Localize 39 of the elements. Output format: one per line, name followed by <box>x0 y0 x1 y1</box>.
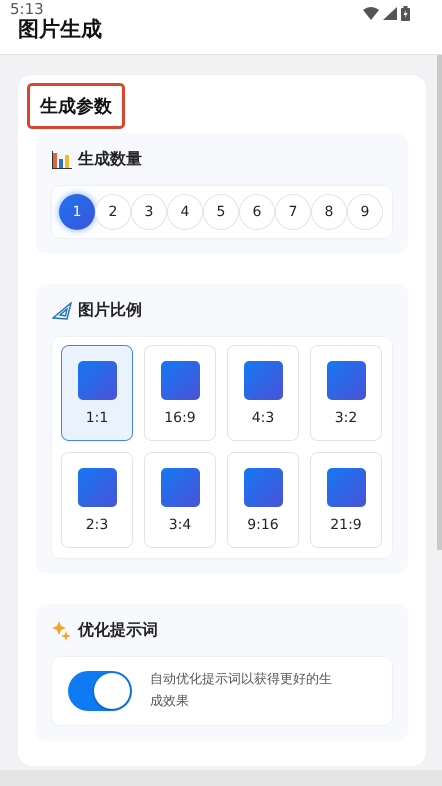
ratio-square-icon <box>326 360 366 400</box>
section-title: 生成数量 <box>78 149 142 170</box>
ratio-square-icon <box>78 360 116 400</box>
ratio-option[interactable]: 2:3 <box>61 452 133 548</box>
toggle-switch[interactable] <box>68 671 132 711</box>
ratio-option[interactable]: 3:2 <box>310 345 382 441</box>
ratio-square-icon <box>244 468 282 506</box>
status-time: 5:13 <box>10 0 44 18</box>
bar-chart-icon <box>52 150 72 168</box>
ratio-square-icon <box>160 468 200 506</box>
toggle-description: 自动优化提示词以获得更好的生成效果 <box>150 671 333 711</box>
ratio-option[interactable]: 1:1 <box>61 345 133 441</box>
ratio-option[interactable]: 21:9 <box>310 452 382 548</box>
count-option[interactable]: 6 <box>239 194 275 230</box>
ratio-option[interactable]: 16:9 <box>144 345 216 441</box>
count-option[interactable]: 7 <box>275 194 311 230</box>
count-option[interactable]: 4 <box>167 194 203 230</box>
ratio-square-icon <box>326 468 366 506</box>
count-option[interactable]: 9 <box>347 194 383 230</box>
count-option[interactable]: 1 <box>59 194 95 230</box>
card-title: 生成参数 <box>27 83 125 129</box>
count-option[interactable]: 2 <box>95 194 131 230</box>
count-option[interactable]: 3 <box>131 194 167 230</box>
page-title: 图片生成 <box>18 16 102 43</box>
scrollbar[interactable] <box>437 55 442 550</box>
wifi-icon <box>363 7 379 20</box>
section-title: 优化提示词 <box>78 620 158 641</box>
sparkle-icon <box>52 620 72 640</box>
ratio-square-icon <box>78 468 116 506</box>
count-option[interactable]: 8 <box>311 194 347 230</box>
ratio-option[interactable]: 9:16 <box>227 452 299 548</box>
section-title: 图片比例 <box>78 300 142 321</box>
ratio-option[interactable]: 4:3 <box>227 345 299 441</box>
count-option[interactable]: 5 <box>203 194 239 230</box>
signal-icon <box>383 7 397 20</box>
ratio-option[interactable]: 3:4 <box>144 452 216 548</box>
battery-icon <box>401 6 410 21</box>
ratio-square-icon <box>160 360 200 400</box>
ratio-square-icon <box>244 360 282 400</box>
